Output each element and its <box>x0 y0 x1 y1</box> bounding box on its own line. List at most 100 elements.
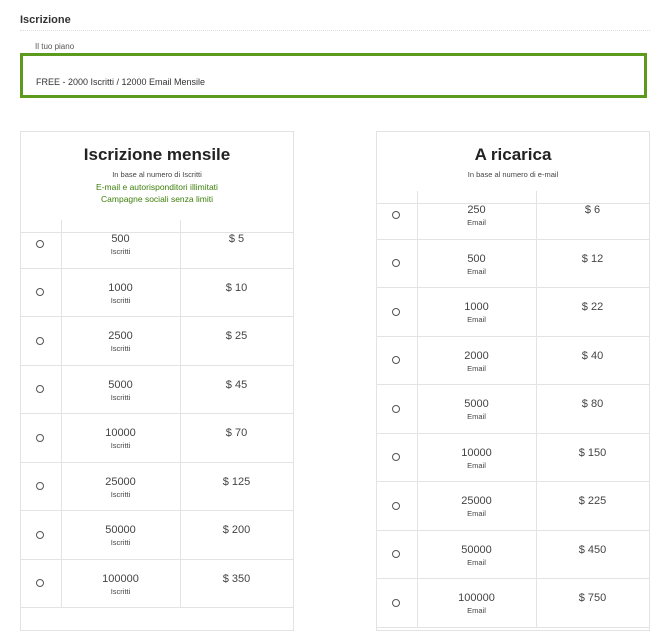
plan-radio-button[interactable] <box>36 579 44 588</box>
monthly-feature: Campagne sociali senza limiti <box>101 194 213 204</box>
price-value: $ 45 <box>225 378 248 391</box>
price-value: $ 5 <box>228 233 245 245</box>
radio-cell <box>21 220 62 268</box>
price-value: $ 125 <box>222 475 251 488</box>
plan-option-row[interactable]: 2000 Email $ 40 <box>377 336 649 385</box>
radio-cell <box>377 385 418 433</box>
quantity-unit: Email <box>467 412 486 421</box>
quantity-unit: Email <box>467 315 486 324</box>
plan-option-row[interactable]: 1000 Iscritti $ 10 <box>21 268 293 317</box>
price-value: $ 150 <box>578 446 607 459</box>
price-cell: $ 10 <box>180 269 293 317</box>
quantity-value: 50000 <box>461 543 492 556</box>
radio-cell <box>377 239 418 287</box>
quantity-cell: 10000 Iscritti <box>61 414 181 462</box>
plan-option-row[interactable]: 10000 Email $ 150 <box>377 433 649 482</box>
price-cell: $ 350 <box>180 560 293 608</box>
price-cell: $ 12 <box>536 240 649 288</box>
quantity-value: 2500 <box>108 330 133 342</box>
quantity-cell: 500 Email <box>417 239 537 287</box>
current-plan-value: FREE - 2000 Iscritti / 12000 Email Mensi… <box>36 77 206 87</box>
quantity-value: 10000 <box>105 427 136 439</box>
price-cell: $ 225 <box>536 482 649 530</box>
quantity-cell: 250 Email <box>417 191 537 239</box>
quantity-cell: 2000 Email <box>417 336 537 384</box>
current-plan-box: FREE - 2000 Iscritti / 12000 Email Mensi… <box>20 53 647 98</box>
plan-option-row[interactable]: 5000 Email $ 80 <box>377 385 649 434</box>
plan-radio-button[interactable] <box>392 598 400 607</box>
price-value: $ 200 <box>222 524 251 536</box>
quantity-value: 500 <box>467 252 486 265</box>
quantity-value: 25000 <box>461 495 492 507</box>
plan-option-row[interactable]: 25000 Iscritti $ 125 <box>21 462 293 511</box>
price-cell: $ 750 <box>536 579 649 627</box>
price-cell: $ 80 <box>536 385 649 433</box>
plan-radio-button[interactable] <box>392 404 400 413</box>
plan-radio-button[interactable] <box>36 530 44 539</box>
recharge-plan-panel: A ricarica In base al numero di e-mail 2… <box>376 131 650 631</box>
plan-option-row[interactable]: 250 Email $ 6 <box>377 191 649 240</box>
plan-radio-button[interactable] <box>392 501 400 510</box>
plan-radio-button[interactable] <box>36 336 44 345</box>
plan-radio-button[interactable] <box>392 210 400 219</box>
quantity-unit: Email <box>467 460 486 470</box>
plan-radio-button[interactable] <box>392 550 400 559</box>
plan-option-row[interactable]: 50000 Email $ 450 <box>377 530 649 579</box>
plan-option-row[interactable]: 2500 Iscritti $ 25 <box>21 317 293 366</box>
quantity-value: 50000 <box>105 524 136 536</box>
plan-radio-button[interactable] <box>392 453 400 462</box>
quantity-unit: Email <box>467 557 486 567</box>
recharge-plan-subtitle: In base al numero di e-mail <box>467 170 559 179</box>
monthly-plan-panel: Iscrizione mensile In base al numero di … <box>20 131 294 631</box>
monthly-plan-title: Iscrizione mensile <box>83 145 231 164</box>
radio-cell <box>21 414 62 462</box>
quantity-value: 25000 <box>105 475 136 488</box>
plan-radio-button[interactable] <box>36 239 44 248</box>
quantity-unit: Email <box>467 218 486 227</box>
price-value: $ 225 <box>578 495 607 507</box>
quantity-value: 5000 <box>464 398 489 410</box>
quantity-cell: 5000 Iscritti <box>61 365 181 413</box>
price-value: $ 40 <box>581 349 604 362</box>
plan-radio-button[interactable] <box>36 433 44 442</box>
radio-cell <box>21 511 62 559</box>
plan-option-row[interactable]: 10000 Iscritti $ 70 <box>21 414 293 463</box>
radio-cell <box>377 288 418 336</box>
quantity-unit: Iscritti <box>110 247 131 256</box>
price-value: $ 350 <box>222 572 251 585</box>
plan-option-row[interactable]: 500 Email $ 12 <box>377 239 649 288</box>
price-cell: $ 5 <box>180 220 293 268</box>
price-cell: $ 450 <box>536 531 649 579</box>
plan-option-row[interactable]: 100000 Email $ 750 <box>377 579 649 628</box>
quantity-value: 100000 <box>458 592 495 604</box>
plan-option-row[interactable]: 50000 Iscritti $ 200 <box>21 511 293 560</box>
quantity-value: 1000 <box>108 281 133 294</box>
plan-option-row[interactable]: 1000 Email $ 22 <box>377 288 649 337</box>
radio-cell <box>21 559 62 607</box>
plan-option-row[interactable]: 500 Iscritti $ 5 <box>21 220 293 269</box>
quantity-unit: Email <box>467 606 486 615</box>
price-cell: $ 25 <box>180 317 293 365</box>
quantity-value: 10000 <box>461 446 492 459</box>
quantity-cell: 25000 Iscritti <box>61 462 181 510</box>
plan-option-row[interactable]: 100000 Iscritti $ 350 <box>21 559 293 608</box>
plan-radio-button[interactable] <box>36 482 44 491</box>
quantity-unit: Email <box>467 266 486 276</box>
price-cell: $ 40 <box>536 337 649 385</box>
quantity-unit: Iscritti <box>110 586 131 596</box>
plan-radio-button[interactable] <box>392 259 400 268</box>
plan-option-row[interactable]: 25000 Email $ 225 <box>377 482 649 531</box>
quantity-unit: Email <box>467 509 486 518</box>
radio-cell <box>377 191 418 239</box>
plan-option-row[interactable]: 5000 Iscritti $ 45 <box>21 365 293 414</box>
price-value: $ 80 <box>581 398 604 410</box>
quantity-cell: 10000 Email <box>417 433 537 481</box>
quantity-cell: 2500 Iscritti <box>61 317 181 365</box>
plan-radio-button[interactable] <box>36 288 44 297</box>
plan-radio-button[interactable] <box>392 356 400 365</box>
price-value: $ 450 <box>578 543 607 556</box>
section-title: Iscrizione <box>20 14 71 26</box>
plan-radio-button[interactable] <box>392 307 400 316</box>
quantity-value: 2000 <box>464 349 489 362</box>
plan-radio-button[interactable] <box>36 385 44 394</box>
